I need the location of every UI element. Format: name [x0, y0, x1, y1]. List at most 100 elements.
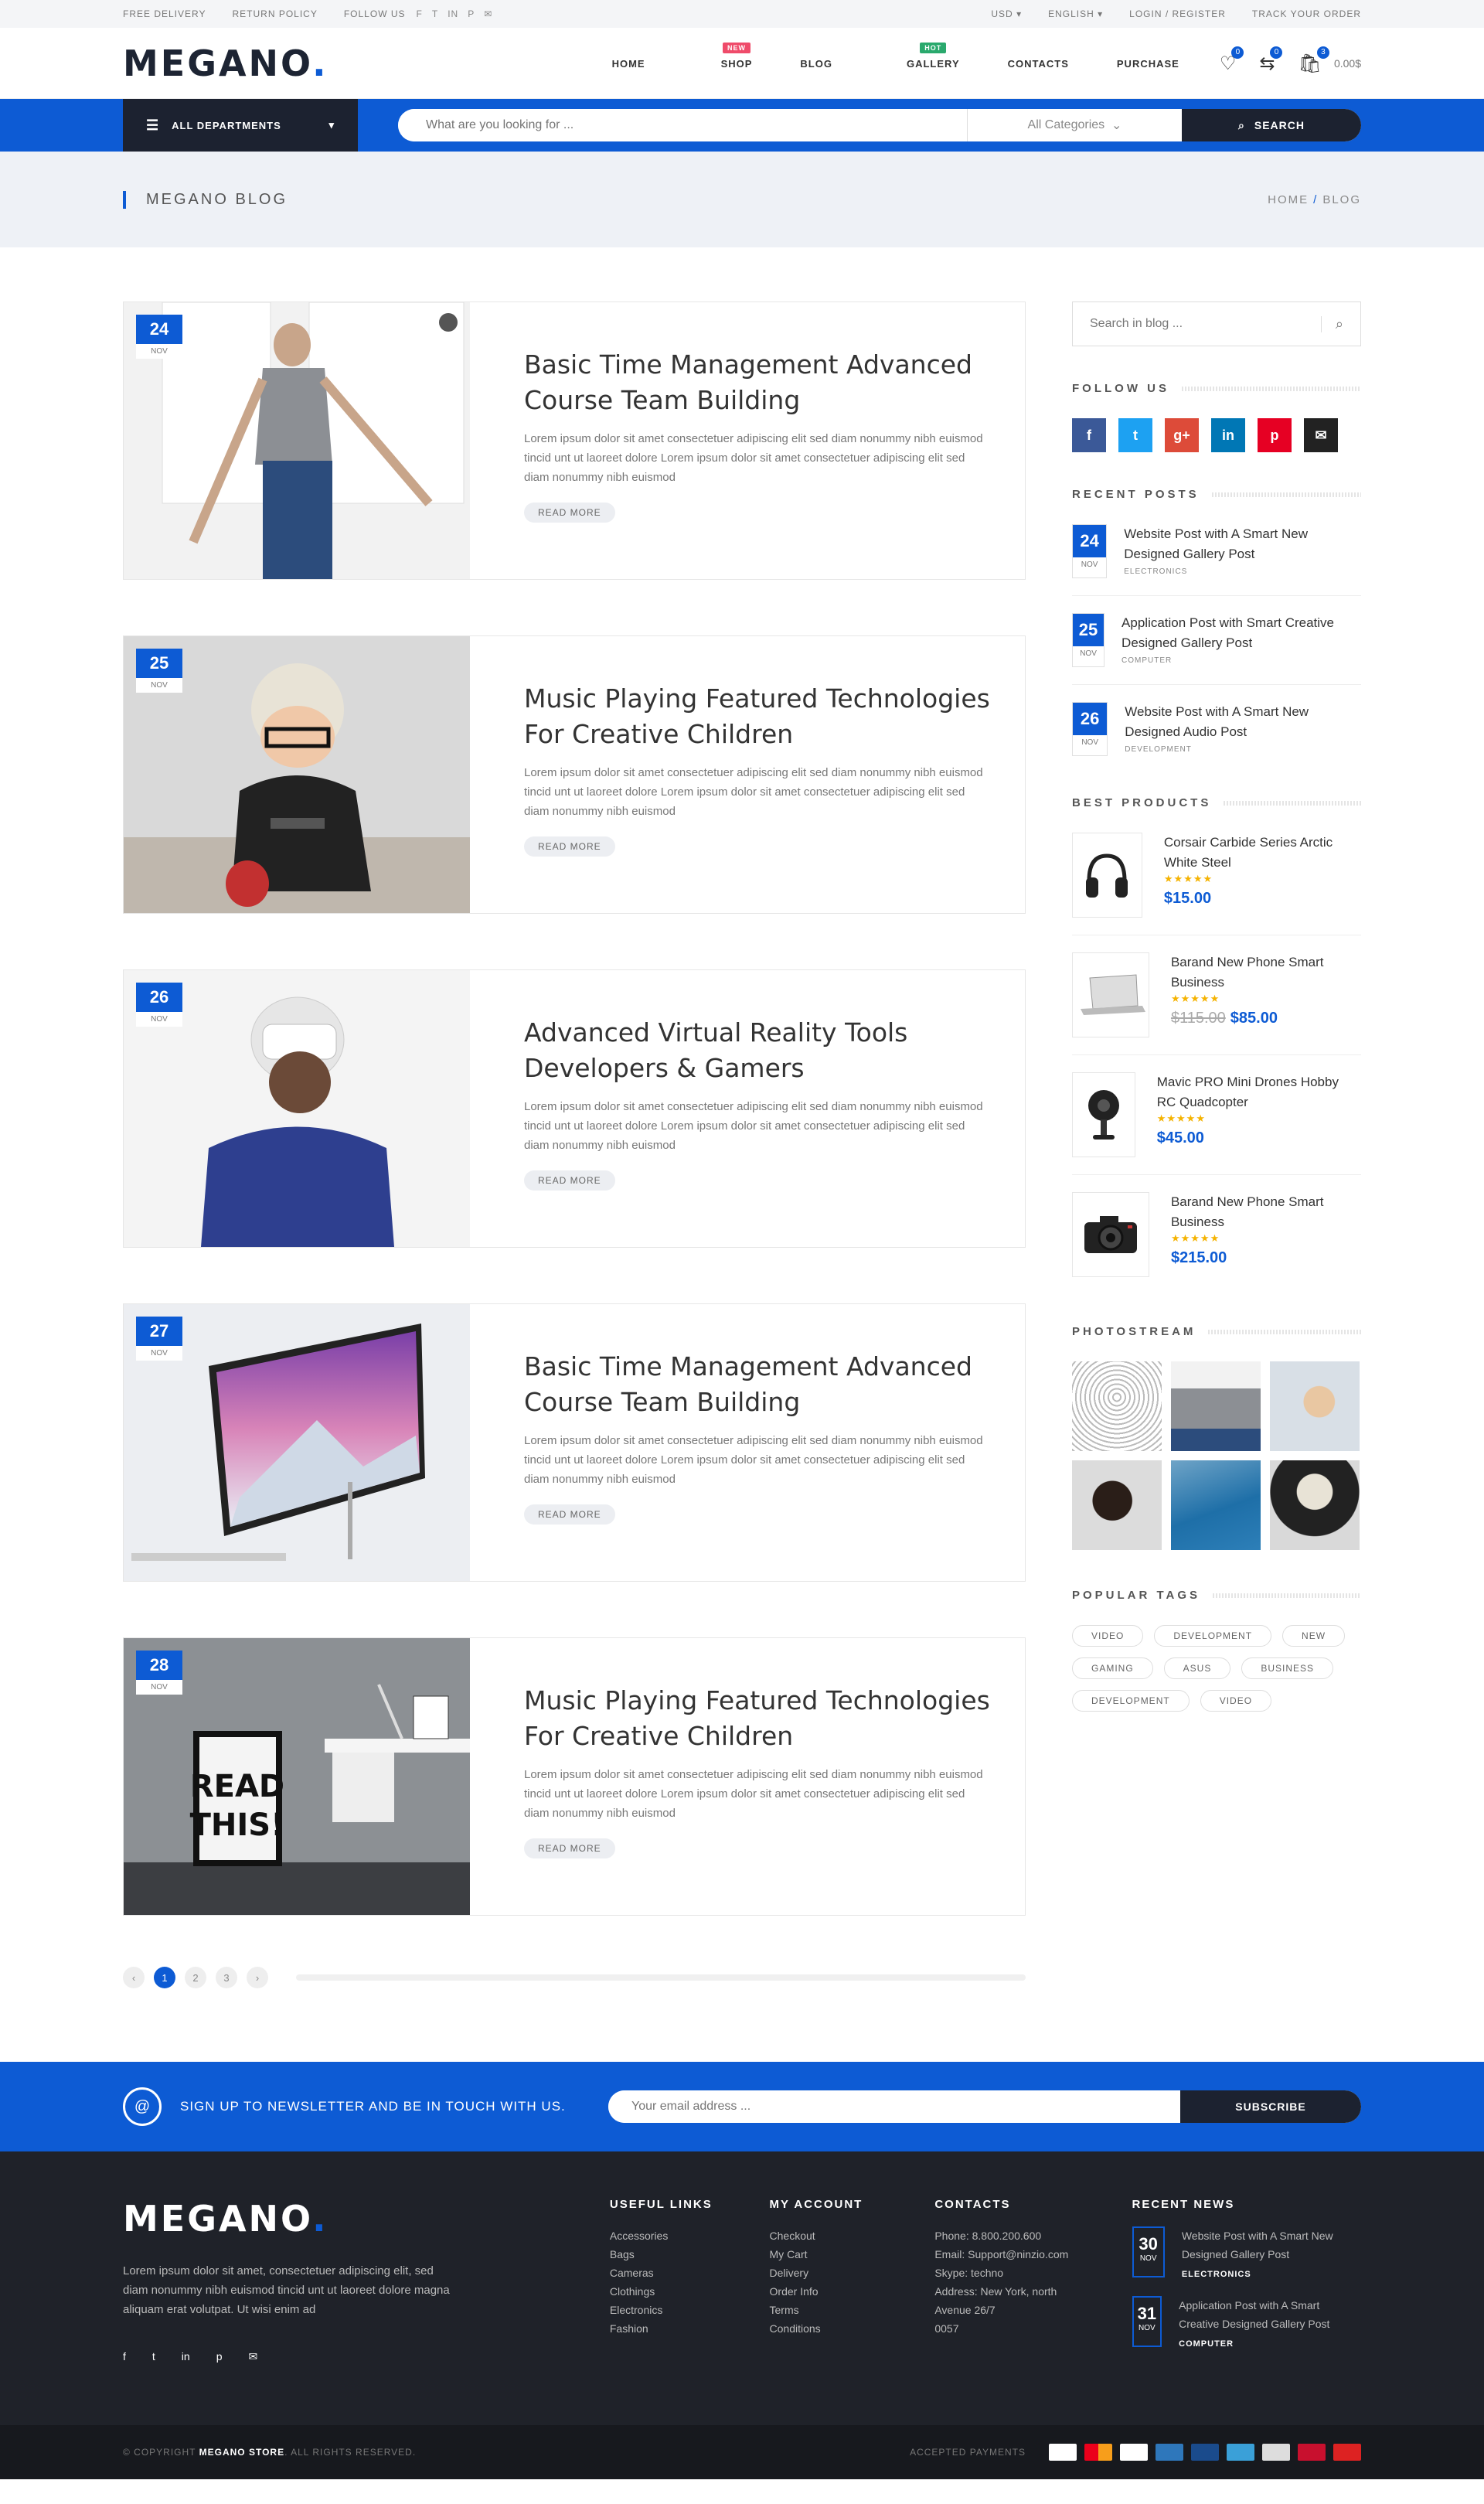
post-thumbnail[interactable]: 27 NOV: [124, 1304, 470, 1581]
footer-link[interactable]: Terms: [770, 2301, 935, 2319]
photo-thumbnail[interactable]: [1171, 1361, 1261, 1451]
blog-search-input[interactable]: Search in blog ...: [1090, 317, 1183, 331]
news-title[interactable]: Application Post with A Smart Creative D…: [1179, 2296, 1361, 2333]
page-2-button[interactable]: 2: [185, 1967, 206, 1988]
twitter-icon[interactable]: t: [432, 9, 438, 19]
linkedin-icon[interactable]: in: [1211, 418, 1245, 452]
photo-thumbnail[interactable]: [1171, 1460, 1261, 1550]
email-icon[interactable]: ✉: [484, 9, 492, 19]
tag[interactable]: DEVELOPMENT: [1154, 1625, 1272, 1647]
return-policy-link[interactable]: RETURN POLICY: [232, 9, 317, 19]
tag[interactable]: NEW: [1282, 1625, 1346, 1647]
footer-link[interactable]: Order Info: [770, 2282, 935, 2301]
post-title[interactable]: Music Playing Featured Technologies For …: [524, 1683, 991, 1754]
post-title[interactable]: Advanced Virtual Reality Tools Developer…: [524, 1015, 991, 1086]
photo-thumbnail[interactable]: [1270, 1460, 1360, 1550]
photo-thumbnail[interactable]: [1072, 1460, 1162, 1550]
contact-email[interactable]: Email: Support@ninzio.com: [934, 2245, 1132, 2264]
page-3-button[interactable]: 3: [216, 1967, 237, 1988]
nav-home[interactable]: HOME: [612, 58, 645, 70]
nav-purchase[interactable]: PURCHASE: [1117, 58, 1179, 70]
cart-button[interactable]: 🛍 3: [1298, 46, 1329, 75]
login-register-link[interactable]: LOGIN / REGISTER: [1129, 9, 1226, 19]
recent-post[interactable]: 26 NOV Website Post with A Smart New Desi…: [1072, 685, 1361, 773]
footer-link[interactable]: Electronics: [610, 2301, 770, 2319]
currency-select[interactable]: USD ▾: [991, 9, 1022, 19]
product-name[interactable]: Mavic PRO Mini Drones Hobby RC Quadcopte…: [1157, 1072, 1361, 1112]
breadcrumb-home[interactable]: HOME: [1268, 193, 1309, 206]
product-name[interactable]: Barand New Phone Smart Business: [1171, 952, 1361, 993]
footer-link[interactable]: My Cart: [770, 2245, 935, 2264]
pinterest-icon[interactable]: p: [1258, 418, 1292, 452]
post-thumbnail[interactable]: 26 NOV: [124, 970, 470, 1247]
post-title[interactable]: Basic Time Management Advanced Course Te…: [524, 1349, 991, 1420]
email-icon[interactable]: ✉: [1304, 418, 1338, 452]
free-delivery-link[interactable]: FREE DELIVERY: [123, 9, 206, 19]
search-input[interactable]: [398, 109, 967, 141]
post-title[interactable]: Music Playing Featured Technologies For …: [524, 681, 991, 752]
footer-link[interactable]: Checkout: [770, 2226, 935, 2245]
read-more-button[interactable]: READ MORE: [524, 836, 615, 857]
footer-link[interactable]: Delivery: [770, 2264, 935, 2282]
twitter-icon[interactable]: t: [1118, 418, 1152, 452]
language-select[interactable]: ENGLISH ▾: [1048, 9, 1103, 19]
tag[interactable]: BUSINESS: [1241, 1657, 1334, 1679]
compare-button[interactable]: ⇆ 0: [1259, 46, 1283, 75]
page-1-button[interactable]: 1: [154, 1967, 175, 1988]
product-name[interactable]: Barand New Phone Smart Business: [1171, 1192, 1361, 1232]
search-icon[interactable]: ⌕: [1320, 315, 1343, 332]
product-name[interactable]: Corsair Carbide Series Arctic White Stee…: [1164, 833, 1361, 873]
recent-post-title[interactable]: Website Post with A Smart New Designed A…: [1125, 702, 1361, 742]
linkedin-icon[interactable]: in: [182, 2350, 190, 2363]
prev-page-button[interactable]: ‹: [123, 1967, 145, 1988]
read-more-button[interactable]: READ MORE: [524, 1504, 615, 1525]
next-page-button[interactable]: ›: [247, 1967, 268, 1988]
copyright-brand[interactable]: MEGANO STORE: [199, 2447, 284, 2458]
tag[interactable]: VIDEO: [1072, 1625, 1144, 1647]
recent-post-title[interactable]: Application Post with Smart Creative Des…: [1122, 613, 1361, 653]
email-icon[interactable]: ✉: [248, 2350, 257, 2363]
google-plus-icon[interactable]: g+: [1165, 418, 1199, 452]
facebook-icon[interactable]: f: [1072, 418, 1106, 452]
product-item[interactable]: Barand New Phone Smart Business ★★★★★ $215…: [1072, 1175, 1361, 1294]
nav-gallery[interactable]: HOT GALLERY: [880, 42, 960, 70]
read-more-button[interactable]: READ MORE: [524, 1170, 615, 1191]
product-item[interactable]: Corsair Carbide Series Arctic White Stee…: [1072, 816, 1361, 935]
twitter-icon[interactable]: t: [152, 2350, 155, 2363]
news-item[interactable]: 30 NOV Website Post with A Smart New Desi…: [1132, 2226, 1361, 2284]
post-thumbnail[interactable]: 25 NOV: [124, 636, 470, 913]
post-thumbnail[interactable]: 24 NOV: [124, 302, 470, 579]
newsletter-email-input[interactable]: [608, 2090, 1180, 2123]
tag[interactable]: VIDEO: [1200, 1690, 1272, 1712]
tag[interactable]: GAMING: [1072, 1657, 1153, 1679]
footer-link[interactable]: Cameras: [610, 2264, 770, 2282]
tag[interactable]: ASUS: [1163, 1657, 1231, 1679]
track-order-link[interactable]: TRACK YOUR ORDER: [1252, 9, 1361, 19]
footer-link[interactable]: Conditions: [770, 2319, 935, 2338]
pinterest-icon[interactable]: p: [468, 9, 475, 19]
tag[interactable]: DEVELOPMENT: [1072, 1690, 1190, 1712]
subscribe-button[interactable]: SUBSCRIBE: [1180, 2090, 1361, 2123]
nav-shop[interactable]: NEW SHOP: [693, 42, 753, 70]
photo-thumbnail[interactable]: [1072, 1361, 1162, 1451]
nav-contacts[interactable]: CONTACTS: [1008, 58, 1069, 70]
recent-post[interactable]: 24 NOV Website Post with A Smart New Desi…: [1072, 507, 1361, 596]
post-title[interactable]: Basic Time Management Advanced Course Te…: [524, 347, 991, 418]
site-logo[interactable]: MEGANO.: [123, 43, 328, 84]
footer-link[interactable]: Bags: [610, 2245, 770, 2264]
product-item[interactable]: Mavic PRO Mini Drones Hobby RC Quadcopte…: [1072, 1055, 1361, 1175]
facebook-icon[interactable]: f: [123, 2350, 126, 2363]
news-item[interactable]: 31 NOV Application Post with A Smart Crea…: [1132, 2296, 1361, 2353]
footer-link[interactable]: Clothings: [610, 2282, 770, 2301]
recent-post-title[interactable]: Website Post with A Smart New Designed G…: [1124, 524, 1361, 564]
footer-link[interactable]: Accessories: [610, 2226, 770, 2245]
departments-menu[interactable]: ☰ ALL DEPARTMENTS ▾: [123, 99, 358, 152]
product-item[interactable]: Barand New Phone Smart Business ★★★★★ $115…: [1072, 935, 1361, 1055]
read-more-button[interactable]: READ MORE: [524, 503, 615, 523]
nav-blog[interactable]: BLOG: [800, 58, 832, 70]
wishlist-button[interactable]: ♡ 0: [1220, 46, 1244, 75]
footer-logo[interactable]: MEGANO.: [123, 2198, 452, 2240]
category-select[interactable]: All Categories ⌄: [967, 109, 1182, 141]
photo-thumbnail[interactable]: [1270, 1361, 1360, 1451]
post-thumbnail[interactable]: READ THIS! 28 NOV: [124, 1638, 470, 1915]
